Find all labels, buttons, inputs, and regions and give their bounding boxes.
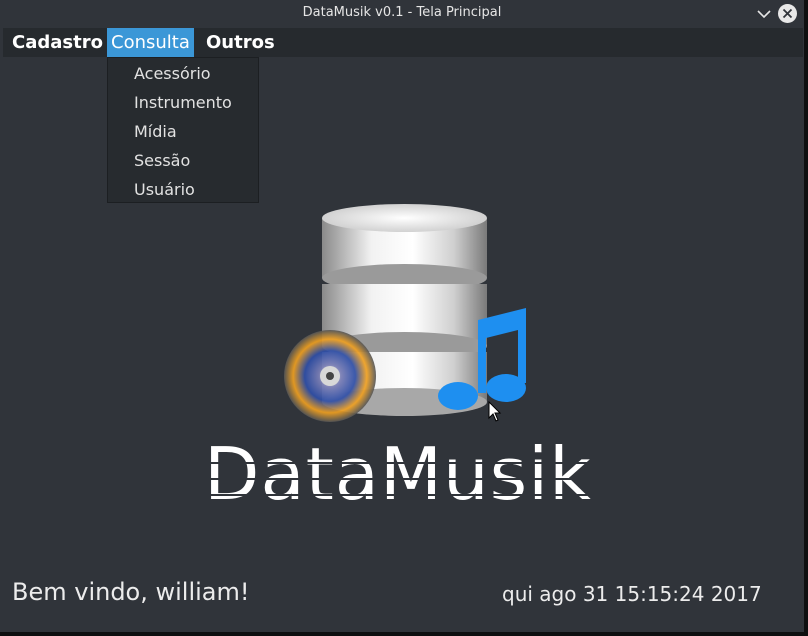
main-window: DataMusik v0.1 - Tela Principal Cadastro… xyxy=(0,0,804,632)
window-title: DataMusik v0.1 - Tela Principal xyxy=(302,5,502,20)
datamusik-logo-text: DataMusik xyxy=(204,432,592,516)
menu-outros[interactable]: Outros xyxy=(202,28,279,57)
menu-item-midia[interactable]: Mídia xyxy=(134,122,177,141)
menu-cadastro[interactable]: Cadastro xyxy=(8,28,107,57)
welcome-message: Bem vindo, william! xyxy=(12,578,250,606)
title-bar[interactable]: DataMusik v0.1 - Tela Principal xyxy=(0,0,804,27)
logo-stripe xyxy=(200,494,610,496)
menu-consulta[interactable]: Consulta xyxy=(107,28,194,57)
logo-stripe xyxy=(200,478,610,480)
desktop-edge xyxy=(0,632,808,636)
media-disc-icon xyxy=(284,330,376,422)
menu-item-usuario[interactable]: Usuário xyxy=(134,180,195,199)
menu-item-acessorio[interactable]: Acessório xyxy=(134,64,211,83)
menu-item-sessao[interactable]: Sessão xyxy=(134,151,190,170)
chevron-down-icon[interactable] xyxy=(754,4,773,23)
mouse-cursor-icon xyxy=(488,400,502,427)
menu-item-instrumento[interactable]: Instrumento xyxy=(134,93,232,112)
desktop-edge xyxy=(804,0,808,636)
close-icon[interactable] xyxy=(778,4,797,23)
datetime-display: qui ago 31 15:15:24 2017 xyxy=(502,582,762,606)
menu-bar: Cadastro Consulta Outros xyxy=(3,28,803,57)
logo-stripe xyxy=(200,462,610,464)
consulta-dropdown-menu: Acessório Instrumento Mídia Sessão Usuár… xyxy=(107,57,259,203)
